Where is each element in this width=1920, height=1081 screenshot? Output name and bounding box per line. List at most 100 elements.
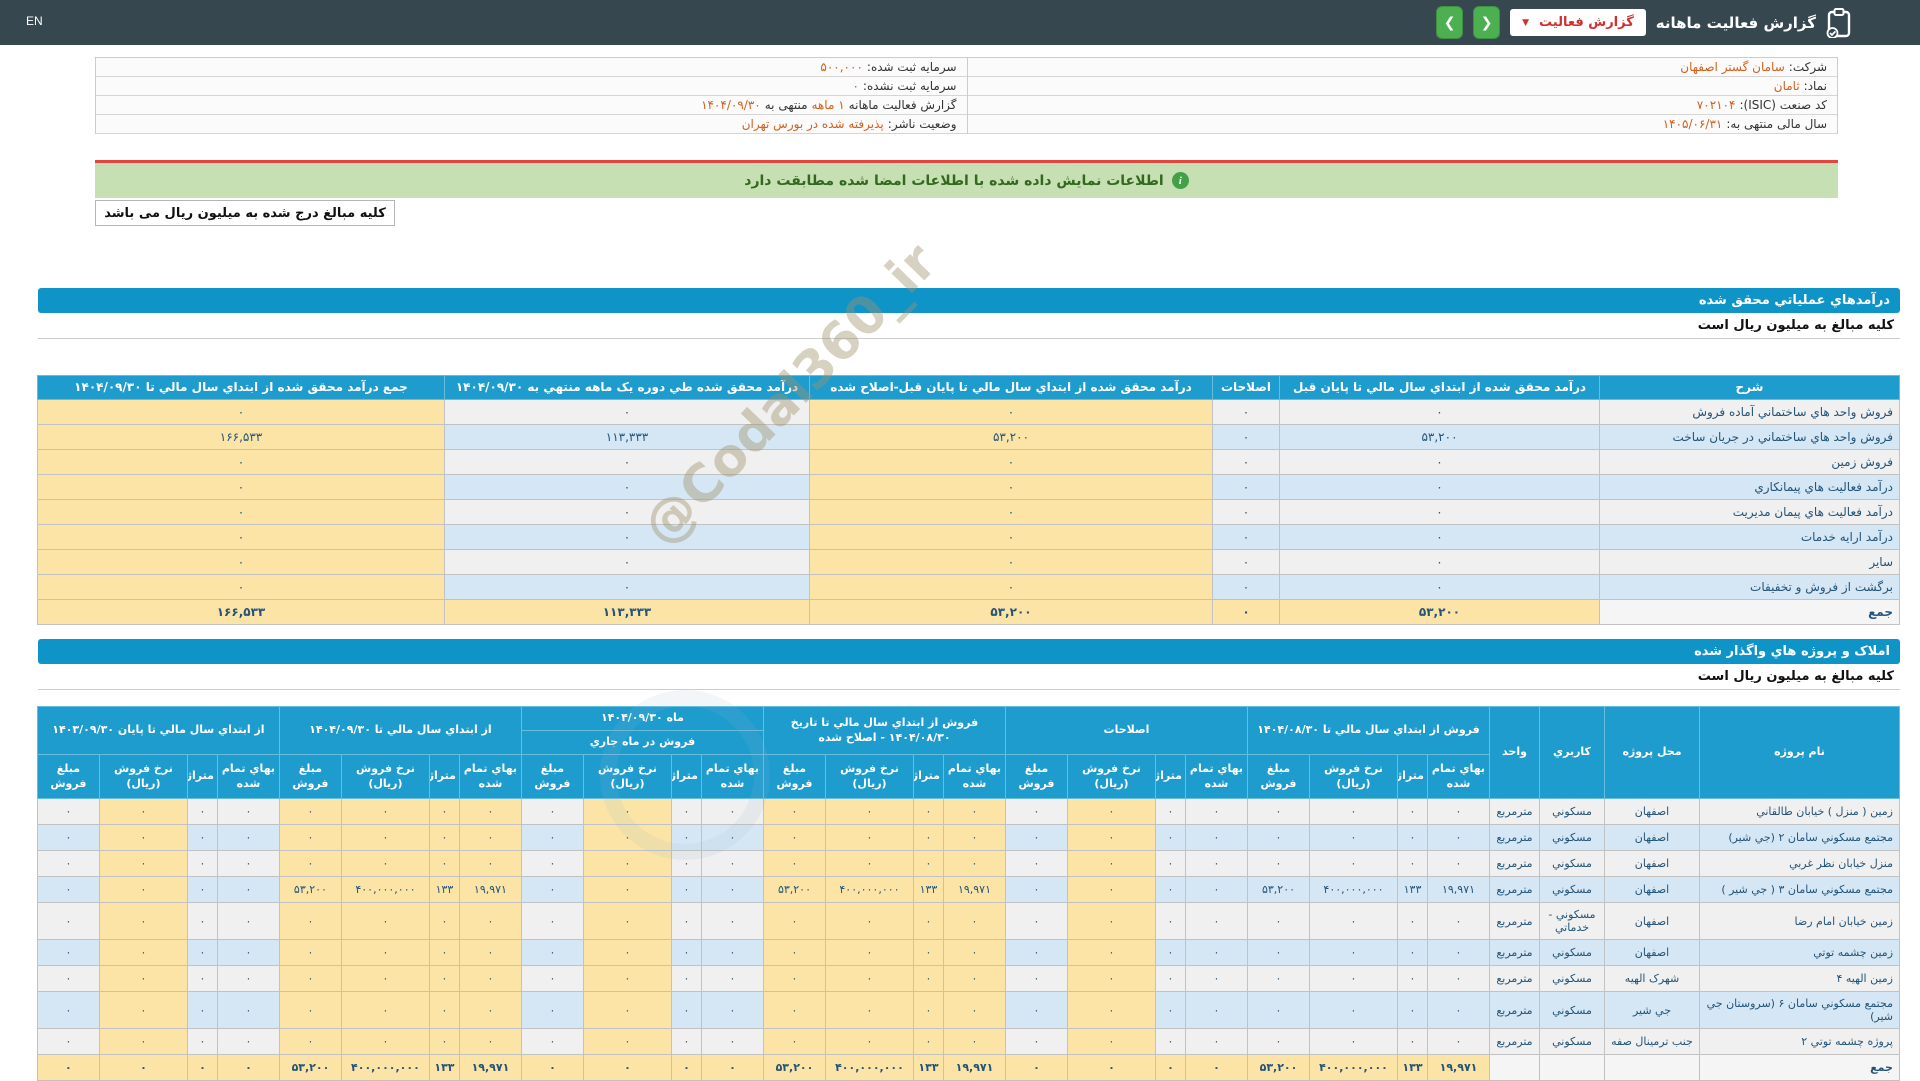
- table-row: درآمد فعالیت هاي پیمانکاري ۰ ۰ ۰ ۰ ۰: [37, 474, 1900, 500]
- value-cell: ۰: [670, 991, 702, 1029]
- value-cell: ۰: [824, 991, 914, 1029]
- value-cell: ۰: [186, 798, 218, 825]
- value-cell: ۰: [1154, 939, 1186, 966]
- value-cell: ۰: [942, 1028, 1006, 1055]
- value-cell: ۰: [824, 902, 914, 940]
- total-value-cell: ۰: [1066, 1054, 1156, 1081]
- value-cell: ۰: [458, 939, 522, 966]
- report-type-dropdown[interactable]: گزارش فعالیت ▼: [1510, 9, 1646, 36]
- value-cell: ۰: [582, 965, 672, 992]
- value-cell: ۰: [520, 824, 584, 851]
- subcolumn-header: متراژ: [428, 754, 460, 799]
- value-cell: ۰: [1212, 574, 1280, 600]
- value-cell: ۰: [444, 474, 810, 500]
- value-cell: ۰: [1246, 824, 1311, 851]
- total-row: جمع ۱۹,۹۷۱ ۱۳۳ ۴۰۰,۰۰۰,۰۰۰ ۵۳,۲۰۰ ۰ ۰ ۰ ۰ ۱۹,۹۷۱ ۱…: [36, 1054, 1900, 1081]
- info-label: گزارش فعالیت ماهانه: [848, 98, 957, 112]
- language-toggle[interactable]: EN: [26, 14, 43, 28]
- info-value: ۱۴۰۵/۰۶/۳۱: [1662, 117, 1723, 131]
- value-cell: ۰: [340, 991, 430, 1029]
- value-cell: ۰: [1066, 824, 1156, 851]
- value-cell: ۰: [428, 850, 460, 877]
- value-cell: ۰: [1212, 424, 1280, 450]
- top-header-bar: EN گزارش فعالیت ماهانه گزارش فعالیت ▼ ❮ …: [0, 0, 1920, 45]
- value-cell: ۰: [1279, 524, 1600, 550]
- column-header: نام پروژه: [1699, 706, 1900, 799]
- value-cell: ۰: [520, 965, 584, 992]
- subcolumn-header: مبلغ فروش: [1246, 754, 1311, 799]
- row-label: درآمد فعالیت هاي پیمان مدیریت: [1599, 499, 1900, 525]
- total-value-cell: ۱۹,۹۷۱: [1427, 1054, 1490, 1081]
- value-cell: ۰: [1004, 798, 1068, 825]
- value-cell: ۰: [1066, 876, 1156, 903]
- project-unit: مترمربع: [1489, 824, 1540, 851]
- value-cell: ۰: [1427, 824, 1490, 851]
- value-cell: ۰: [1184, 1028, 1248, 1055]
- value-cell: ۰: [1066, 939, 1156, 966]
- value-cell: ۰: [700, 876, 764, 903]
- value-cell: ۰: [1246, 965, 1311, 992]
- subcolumn-header: متراژ: [670, 754, 702, 799]
- value-cell: ۰: [1279, 474, 1600, 500]
- column-header: کاربري: [1539, 706, 1605, 799]
- column-header: اصلاحات: [1212, 375, 1280, 400]
- project-unit: مترمربع: [1489, 876, 1540, 903]
- total-value-cell: ۰: [700, 1054, 764, 1081]
- column-header: شرح: [1599, 375, 1900, 400]
- column-header: درآمد محقق شده طي دوره یک ماهه منتهي به …: [444, 375, 810, 400]
- total-usage: [1539, 1054, 1605, 1081]
- value-cell: ۰: [942, 991, 1006, 1029]
- value-cell: ۰: [186, 1028, 218, 1055]
- subcolumn-header: بهاي تمام شده: [1184, 754, 1248, 799]
- next-report-button[interactable]: ❮: [1473, 6, 1501, 39]
- subcolumn-header: بهاي تمام شده: [216, 754, 280, 799]
- row-label: سایر: [1599, 549, 1900, 575]
- value-cell: ۰: [824, 798, 914, 825]
- report-type-label: گزارش فعالیت: [1539, 15, 1634, 30]
- value-cell: ۰: [700, 991, 764, 1029]
- header-row: شرح درآمد محقق شده از ابتداي سال مالي تا …: [37, 375, 1900, 400]
- value-cell: ۰: [1246, 850, 1311, 877]
- value-cell: ۰: [458, 991, 522, 1029]
- total-value-cell: ۰: [582, 1054, 672, 1081]
- value-cell: ۰: [36, 876, 100, 903]
- value-cell: ۰: [278, 991, 342, 1029]
- value-cell: ۰: [762, 1028, 826, 1055]
- project-usage: مسکوني: [1539, 850, 1605, 877]
- value-cell: ۰: [824, 965, 914, 992]
- info-value: ۰: [852, 79, 859, 93]
- value-cell: ۰: [36, 939, 100, 966]
- value-cell: ۰: [1397, 991, 1428, 1029]
- value-cell: ۰: [1427, 939, 1490, 966]
- value-cell: ۰: [340, 798, 430, 825]
- prev-report-button[interactable]: ❯: [1436, 6, 1464, 39]
- total-value-cell: ۰: [98, 1054, 188, 1081]
- total-value-cell: ۵۳,۲۰۰: [1279, 599, 1600, 625]
- project-name: پروژه چشمه توتي ۲: [1699, 1028, 1900, 1055]
- value-cell: ۰: [942, 850, 1006, 877]
- table-head: نام پروژه محل پروژه کاربري واحد فروش از ابتد…: [36, 706, 1900, 799]
- value-cell: ۰: [762, 965, 826, 992]
- value-cell: ۰: [340, 965, 430, 992]
- value-cell: ۰: [1309, 965, 1398, 992]
- table-row: سایر ۰ ۰ ۰ ۰ ۰: [37, 549, 1900, 575]
- value-cell: ۰: [98, 1028, 188, 1055]
- value-cell: ۰: [98, 876, 188, 903]
- column-header: درآمد محقق شده از ابتداي سال مالي تا پای…: [1279, 375, 1600, 400]
- value-cell: ۰: [1212, 524, 1280, 550]
- value-cell: ۱۱۳,۳۳۳: [444, 424, 810, 450]
- value-cell: ۰: [1246, 1028, 1311, 1055]
- value-cell: ۰: [1309, 824, 1398, 851]
- value-cell: ۰: [428, 991, 460, 1029]
- value-cell: ۰: [582, 850, 672, 877]
- total-label: جمع: [1699, 1054, 1900, 1081]
- value-cell: ۰: [216, 798, 280, 825]
- page-title: گزارش فعالیت ماهانه: [1655, 13, 1816, 32]
- value-cell: ۰: [670, 798, 702, 825]
- value-cell: ۴۰۰,۰۰۰,۰۰۰: [824, 876, 914, 903]
- value-cell: ۰: [670, 1028, 702, 1055]
- value-cell: ۰: [36, 965, 100, 992]
- subcolumn-header: متراژ: [1154, 754, 1186, 799]
- subcolumn-header: نرخ فروش (ريال): [98, 754, 188, 799]
- value-cell: ۰: [37, 499, 445, 525]
